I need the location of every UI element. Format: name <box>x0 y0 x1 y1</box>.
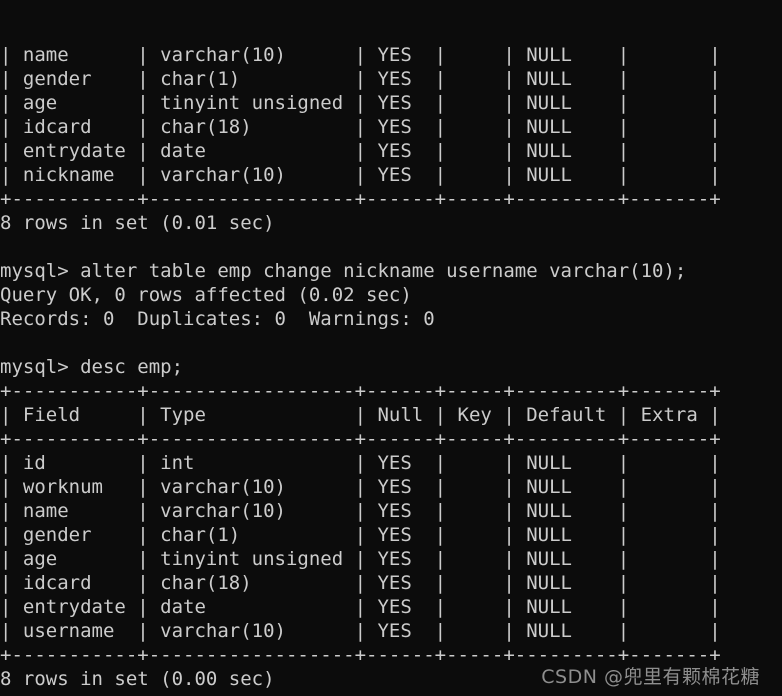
terminal-output: | name | varchar(10) | YES | | NULL | | |… <box>0 43 782 696</box>
terminal-line: | worknum | varchar(10) | YES | | NULL |… <box>0 476 721 498</box>
terminal-scroll-region[interactable]: | name | varchar(10) | YES | | NULL | | |… <box>0 0 782 696</box>
terminal-line: | name | varchar(10) | YES | | NULL | | <box>0 44 721 66</box>
terminal-line: +-----------+------------------+------+-… <box>0 188 721 210</box>
terminal-line: 8 rows in set (0.01 sec) <box>0 212 275 234</box>
terminal-line: | gender | char(1) | YES | | NULL | | <box>0 524 721 546</box>
terminal-line: | idcard | char(18) | YES | | NULL | | <box>0 572 721 594</box>
terminal-line: | name | varchar(10) | YES | | NULL | | <box>0 500 721 522</box>
terminal-window[interactable]: | name | varchar(10) | YES | | NULL | | |… <box>0 0 782 696</box>
terminal-line: | entrydate | date | YES | | NULL | | <box>0 140 721 162</box>
terminal-line: | idcard | char(18) | YES | | NULL | | <box>0 116 721 138</box>
terminal-line: | age | tinyint unsigned | YES | | NULL … <box>0 92 721 114</box>
terminal-line: | age | tinyint unsigned | YES | | NULL … <box>0 548 721 570</box>
terminal-line: +-----------+------------------+------+-… <box>0 428 721 450</box>
watermark-label: CSDN @兜里有颗棉花糖 <box>541 666 760 688</box>
terminal-line: | gender | char(1) | YES | | NULL | | <box>0 68 721 90</box>
terminal-line: | entrydate | date | YES | | NULL | | <box>0 596 721 618</box>
terminal-line: Query OK, 0 rows affected (0.02 sec) <box>0 284 412 306</box>
terminal-line: | nickname | varchar(10) | YES | | NULL … <box>0 164 721 186</box>
terminal-line: | username | varchar(10) | YES | | NULL … <box>0 620 721 642</box>
terminal-line: | id | int | YES | | NULL | | <box>0 452 721 474</box>
terminal-line: mysql> desc emp; <box>0 356 184 378</box>
terminal-line: +-----------+------------------+------+-… <box>0 380 721 402</box>
terminal-line: | Field | Type | Null | Key | Default | … <box>0 404 721 426</box>
terminal-line: Records: 0 Duplicates: 0 Warnings: 0 <box>0 308 435 330</box>
terminal-line: mysql> alter table emp change nickname u… <box>0 260 687 282</box>
